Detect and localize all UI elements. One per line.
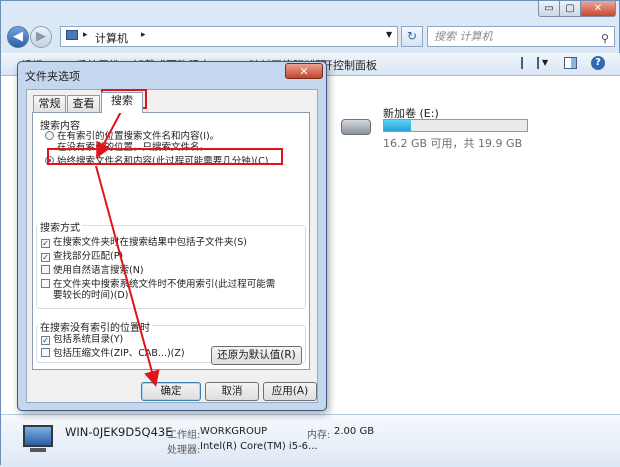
dialog-close-button[interactable]: ✕	[285, 63, 323, 79]
no-index-title: 在搜索没有索引的位置时	[38, 319, 152, 334]
search-content-group: 在有索引的位置搜索文件名和内容(I)。 在没有索引的位置，只搜索文件名。 始终搜…	[36, 123, 306, 175]
option-indexed-label-line2: 在没有索引的位置，只搜索文件名。	[57, 142, 210, 153]
cpu-value: Intel(R) Core(TM) i5-6...	[200, 441, 318, 452]
radio-always-search[interactable]	[45, 156, 54, 165]
cancel-button[interactable]: 取消	[205, 382, 259, 401]
system-directories-label: 包括系统目录(Y)	[53, 334, 124, 345]
tab-view[interactable]: 查看	[67, 95, 100, 113]
search-method-title: 搜索方式	[38, 219, 82, 234]
no-index-system-files-label-line2: 要较长的时间)(D)	[53, 290, 129, 301]
drive-item[interactable]: 新加卷 (E:) 16.2 GB 可用，共 19.9 GB	[338, 104, 538, 164]
refresh-icon: ↻	[406, 29, 418, 43]
search-tab-panel: 搜索内容 在有索引的位置搜索文件名和内容(I)。 在没有索引的位置，只搜索文件名…	[32, 112, 310, 370]
ok-button[interactable]: 确定	[141, 382, 201, 401]
view-options-icon[interactable]	[521, 57, 539, 69]
maximize-button[interactable]: ▢	[559, 1, 581, 17]
option-indexed-search[interactable]: 在有索引的位置搜索文件名和内容(I)。	[45, 131, 219, 142]
dialog-title: 文件夹选项	[25, 70, 80, 83]
no-index-system-files-line2: 要较长的时间)(D)	[53, 290, 128, 301]
computer-icon	[66, 30, 78, 40]
checkbox-empty[interactable]	[41, 279, 50, 288]
radio-indexed[interactable]	[45, 131, 54, 140]
breadcrumb-computer[interactable]: 计算机	[95, 30, 128, 46]
back-arrow-icon: ◀	[13, 29, 23, 44]
navigation-bar: ◀ ▶ ▸ 计算机 ▸ ▼ ↻ 搜索 计算机 ⚲	[1, 23, 620, 51]
folder-options-dialog: 文件夹选项 ✕ 常规 查看 搜索 搜索内容 在有索引的位置搜索文件名和内容(I)…	[17, 61, 327, 411]
close-icon: ✕	[299, 65, 309, 78]
drive-capacity-fill	[384, 120, 412, 131]
checkbox-include-subfolders[interactable]: ✓ 在搜索文件夹时在搜索结果中包括子文件夹(S)	[41, 237, 247, 248]
include-subfolders-label: 在搜索文件夹时在搜索结果中包括子文件夹(S)	[53, 237, 247, 248]
breadcrumb-separator-icon: ▸	[141, 30, 146, 40]
hard-drive-icon	[341, 119, 371, 135]
checkbox-natural-language[interactable]: 使用自然语言搜索(N)	[41, 265, 144, 276]
back-button[interactable]: ◀	[7, 26, 29, 48]
search-placeholder: 搜索 计算机	[434, 30, 493, 43]
apply-button[interactable]: 应用(A)	[263, 382, 317, 401]
drive-info: 16.2 GB 可用，共 19.9 GB	[383, 137, 523, 150]
forward-button[interactable]: ▶	[30, 26, 52, 48]
help-icon[interactable]: ?	[591, 56, 605, 70]
natural-language-label: 使用自然语言搜索(N)	[53, 265, 144, 276]
checkbox-partial-match[interactable]: ✓ 查找部分匹配(P)	[41, 251, 123, 262]
no-index-system-files-label: 在文件夹中搜索系统文件时不使用索引(此过程可能需	[53, 279, 276, 290]
check-icon[interactable]: ✓	[41, 336, 50, 345]
computer-name: WIN-0JEK9D5Q43E	[65, 425, 173, 439]
view-dropdown-icon[interactable]: ▼	[542, 58, 548, 67]
memory-label: 内存:	[307, 430, 331, 441]
memory-value: 2.00 GB	[334, 426, 375, 437]
check-icon[interactable]: ✓	[41, 253, 50, 262]
checkbox-no-index-system-files[interactable]: 在文件夹中搜索系统文件时不使用索引(此过程可能需	[41, 279, 275, 290]
checkbox-empty[interactable]	[41, 348, 50, 357]
partial-match-label: 查找部分匹配(P)	[53, 251, 124, 262]
tab-search[interactable]: 搜索	[101, 92, 143, 113]
checkbox-system-directories[interactable]: ✓ 包括系统目录(Y)	[41, 334, 123, 345]
computer-monitor-icon	[23, 425, 53, 447]
forward-arrow-icon: ▶	[36, 29, 46, 44]
option-indexed-label: 在有索引的位置搜索文件名和内容(I)。	[57, 131, 220, 142]
workgroup-label: 工作组:	[167, 430, 201, 441]
cpu-label: 处理器:	[167, 445, 201, 456]
address-dropdown-icon[interactable]: ▼	[386, 30, 392, 39]
search-input[interactable]: 搜索 计算机 ⚲	[427, 26, 615, 47]
checkbox-compressed-files[interactable]: 包括压缩文件(ZIP、CAB...)(Z)	[41, 348, 185, 359]
search-icon: ⚲	[600, 32, 609, 45]
address-box[interactable]: ▸ 计算机 ▸ ▼	[60, 26, 398, 47]
preview-pane-icon[interactable]	[564, 57, 577, 69]
refresh-button[interactable]: ↻	[401, 26, 423, 47]
drive-capacity-bar	[383, 119, 528, 132]
minimize-button[interactable]: ▭	[538, 1, 560, 17]
check-icon[interactable]: ✓	[41, 239, 50, 248]
close-window-button[interactable]: ✕	[580, 1, 616, 17]
checkbox-empty[interactable]	[41, 265, 50, 274]
option-always-search-label: 始终搜索文件名和内容(此过程可能需要几分钟)(C)	[57, 156, 269, 167]
compressed-files-label: 包括压缩文件(ZIP、CAB...)(Z)	[53, 348, 185, 359]
workgroup-value: WORKGROUP	[200, 426, 268, 437]
dialog-body: 常规 查看 搜索 搜索内容 在有索引的位置搜索文件名和内容(I)。 在没有索引的…	[26, 89, 318, 403]
breadcrumb-separator-icon: ▸	[83, 30, 88, 40]
details-pane: WIN-0JEK9D5Q43E 工作组: WORKGROUP 内存: 2.00 …	[1, 414, 620, 467]
restore-defaults-button[interactable]: 还原为默认值(R)	[211, 346, 302, 365]
option-indexed-search-line2: 在没有索引的位置，只搜索文件名。	[57, 142, 209, 153]
option-always-search-contents[interactable]: 始终搜索文件名和内容(此过程可能需要几分钟)(C)	[45, 156, 268, 167]
computer-stand-icon	[30, 448, 46, 452]
tab-general[interactable]: 常规	[33, 95, 66, 113]
